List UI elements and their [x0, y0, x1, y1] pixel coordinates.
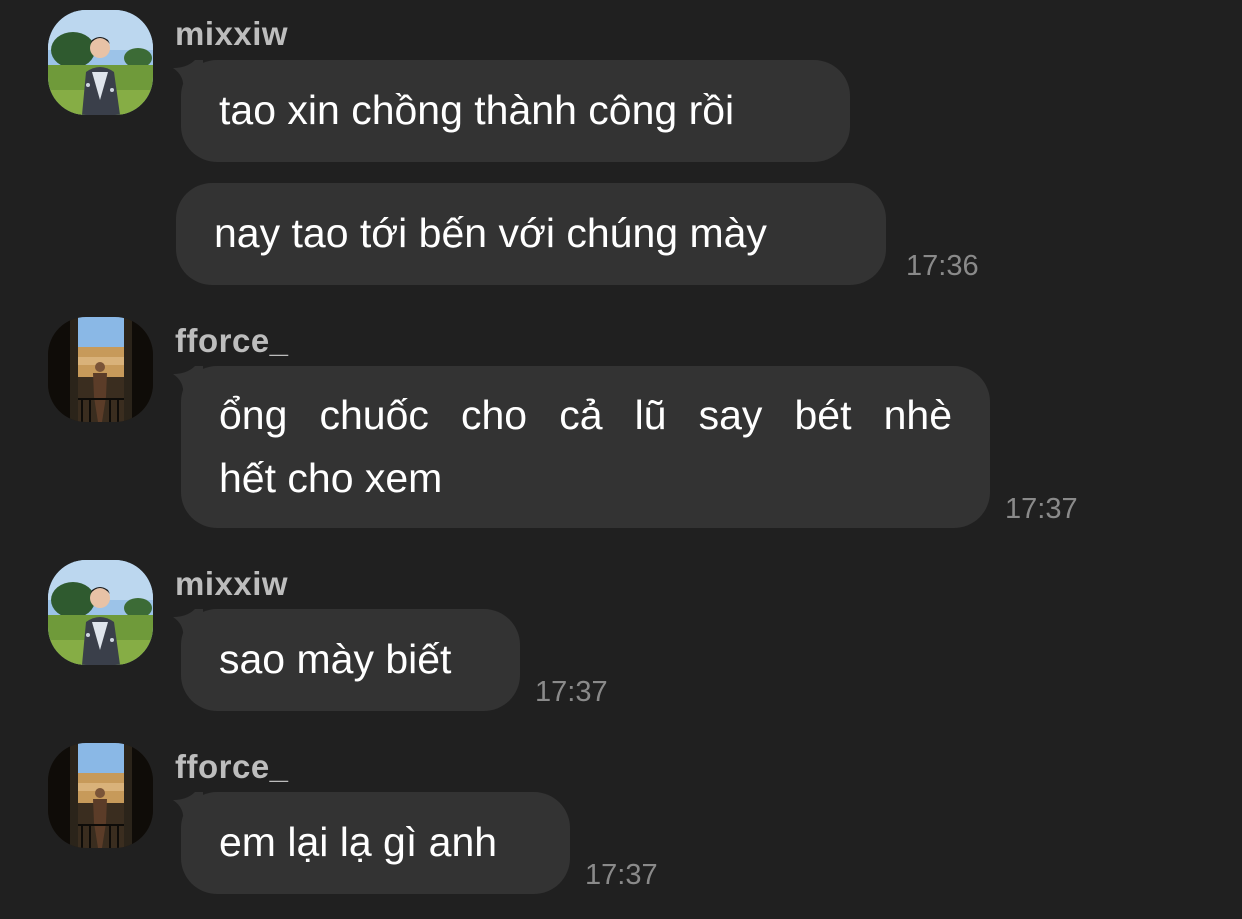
sender-name[interactable]: mixxiw	[175, 565, 288, 603]
message-text-line: ổng chuốc cho cả lũ say bét nhè	[219, 392, 952, 438]
sender-name[interactable]: fforce_	[175, 748, 289, 786]
message-bubble[interactable]: ổng chuốc cho cả lũ say bét nhè hết cho …	[173, 366, 990, 528]
message-bubble[interactable]: em lại lạ gì anh	[173, 792, 570, 894]
message-text: sao mày biết	[219, 636, 452, 682]
chat-thread: mixxiw tao xin chồng thành công rồi nay …	[0, 0, 1242, 919]
sender-name[interactable]: fforce_	[175, 322, 289, 360]
sender-name[interactable]: mixxiw	[175, 15, 288, 53]
message-text: em lại lạ gì anh	[219, 819, 498, 865]
avatar-mixxiw[interactable]	[48, 10, 153, 115]
avatar-mixxiw[interactable]	[48, 560, 153, 665]
avatar-fforce[interactable]	[48, 317, 153, 422]
bubble-tail-icon	[173, 609, 203, 639]
message-text-line: hết cho xem	[219, 455, 443, 501]
message-text: nay tao tới bến với chúng mày	[214, 210, 767, 256]
message-bubble[interactable]: sao mày biết	[173, 609, 520, 711]
message-bubble[interactable]: nay tao tới bến với chúng mày	[176, 183, 886, 285]
message-bubble[interactable]: tao xin chồng thành công rồi	[173, 60, 850, 162]
message-timestamp: 17:36	[906, 250, 979, 282]
bubble-tail-icon	[173, 60, 203, 90]
message-timestamp: 17:37	[535, 676, 608, 708]
avatar-fforce[interactable]	[48, 743, 153, 848]
message-timestamp: 17:37	[1005, 493, 1078, 525]
bubble-tail-icon	[173, 792, 203, 822]
message-timestamp: 17:37	[585, 859, 658, 891]
bubble-tail-icon	[173, 366, 203, 396]
message-text: tao xin chồng thành công rồi	[219, 87, 735, 133]
